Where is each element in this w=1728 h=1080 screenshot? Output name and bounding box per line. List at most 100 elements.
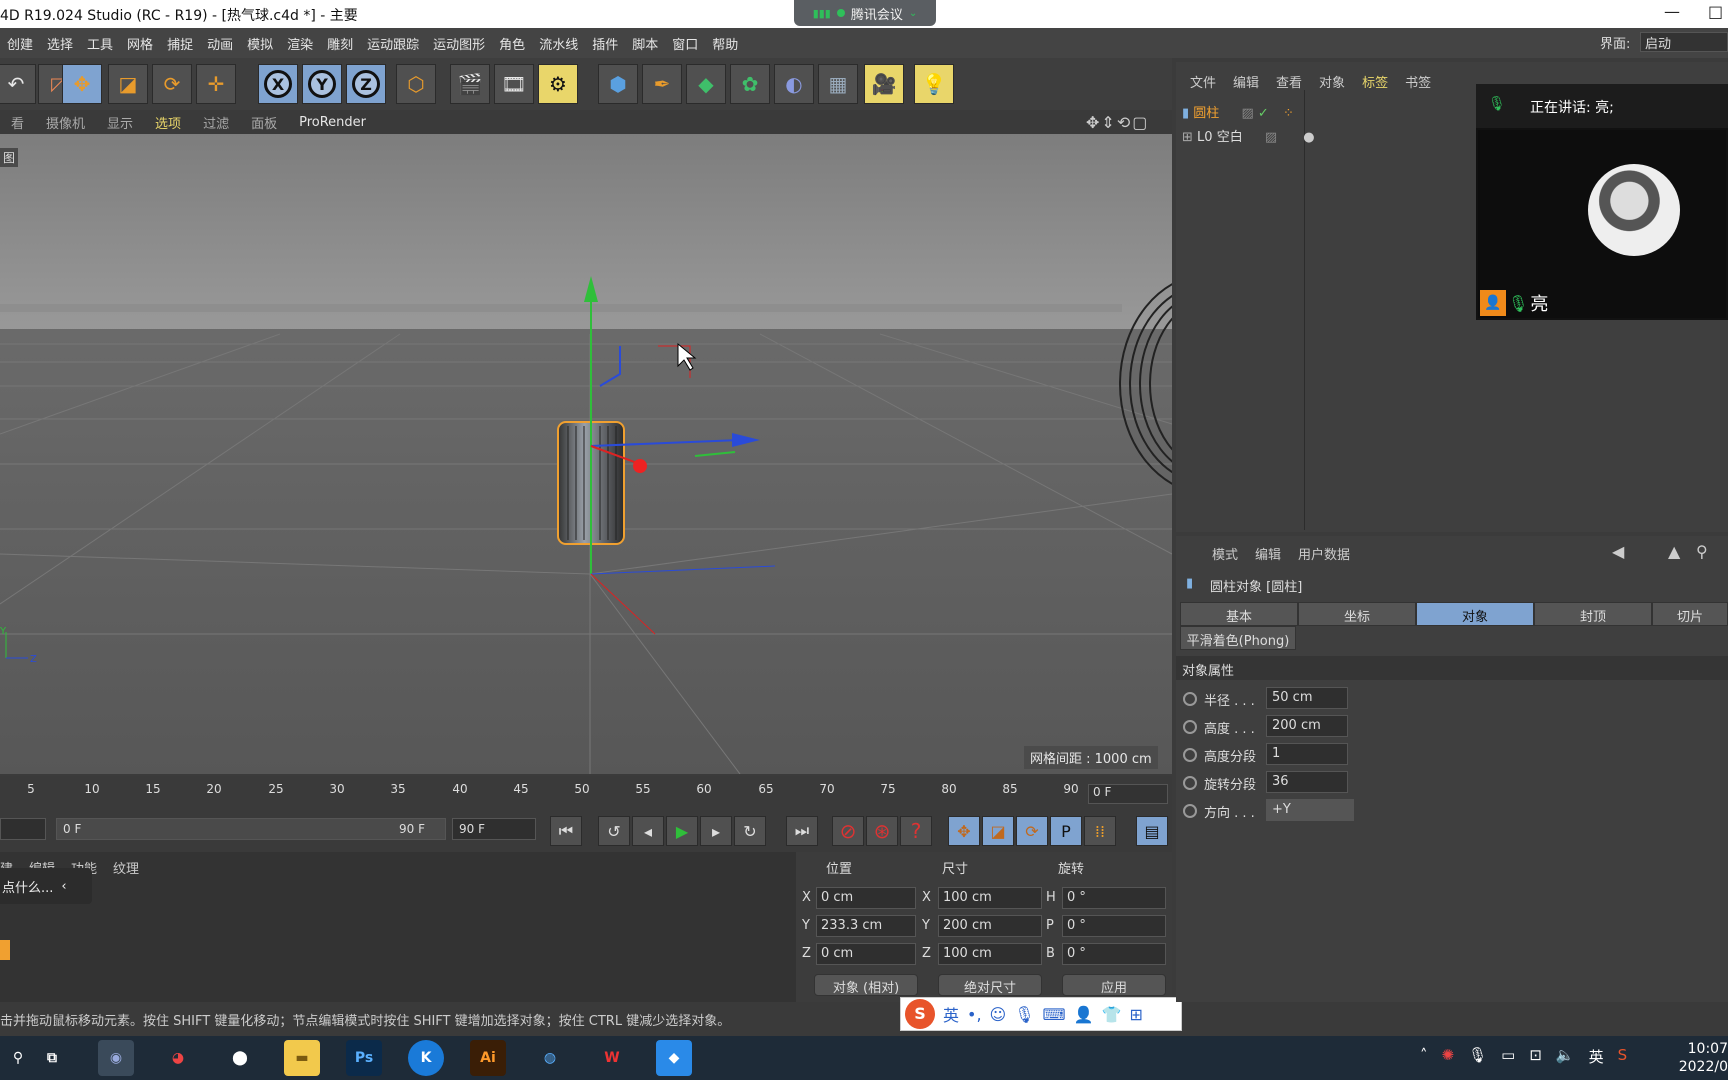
cube-icon[interactable]: ⬢ bbox=[598, 64, 638, 104]
om-menu-file[interactable]: 文件 bbox=[1190, 72, 1216, 91]
rotation-segments-field[interactable]: 36 bbox=[1266, 771, 1348, 793]
vp-menu-prorender[interactable]: ProRender bbox=[288, 115, 377, 130]
network-icon[interactable]: ⊡ bbox=[1529, 1046, 1542, 1067]
system-clock[interactable]: 10:07 2022/0 bbox=[1676, 1040, 1728, 1076]
menu-create[interactable]: 创建 bbox=[0, 34, 40, 53]
radio-rotation-segments[interactable] bbox=[1183, 776, 1197, 790]
size-x-field[interactable]: 100 cm bbox=[938, 887, 1042, 909]
viewport-nav-icons[interactable]: ✥⇕⟲▢ bbox=[1086, 113, 1149, 132]
recent-tool-icon[interactable]: ✛ bbox=[196, 64, 236, 104]
undo-icon[interactable]: ↶ bbox=[0, 64, 36, 104]
object-row-cylinder[interactable]: ▮ 圆柱 ▨ ✓ ⁘ bbox=[1182, 102, 1294, 121]
user-icon[interactable]: 👤 bbox=[1074, 1005, 1094, 1024]
menu-character[interactable]: 角色 bbox=[492, 34, 532, 53]
coordinate-system-icon[interactable]: ⬡ bbox=[396, 64, 436, 104]
vp-menu-filter[interactable]: 过滤 bbox=[192, 113, 240, 132]
microphone-icon[interactable]: 🎙 bbox=[1468, 1046, 1487, 1067]
start-frame-field[interactable] bbox=[0, 818, 46, 840]
tab-object[interactable]: 对象 bbox=[1416, 602, 1534, 626]
size-y-field[interactable]: 200 cm bbox=[938, 915, 1042, 937]
render-picture-viewer-icon[interactable]: 🎞 bbox=[494, 64, 534, 104]
enabled-check-icon[interactable]: ✓ bbox=[1258, 106, 1269, 121]
rotate-tool-icon[interactable]: ⟳ bbox=[152, 64, 192, 104]
emoji-icon[interactable]: ☺ bbox=[990, 1005, 1007, 1024]
minimize-button[interactable]: — bbox=[1664, 2, 1680, 21]
menu-pipeline[interactable]: 流水线 bbox=[532, 34, 585, 53]
key-parameter-icon[interactable]: P bbox=[1050, 816, 1082, 846]
subdivision-icon[interactable]: ◆ bbox=[686, 64, 726, 104]
menu-window[interactable]: 窗口 bbox=[665, 34, 705, 53]
meeting-indicator[interactable]: ▮▮▮ 腾讯会议 ⌄ bbox=[794, 0, 936, 26]
floor-icon[interactable]: ▦ bbox=[818, 64, 858, 104]
keyframe-help-icon[interactable]: ? bbox=[900, 816, 932, 846]
am-menu-mode[interactable]: 模式 bbox=[1212, 544, 1238, 563]
om-menu-view[interactable]: 查看 bbox=[1276, 72, 1302, 91]
rot-b-field[interactable]: 0 ° bbox=[1062, 943, 1166, 965]
k-app-icon[interactable]: K bbox=[408, 1040, 444, 1076]
ime-punct[interactable]: •, bbox=[967, 1005, 982, 1024]
key-position-icon[interactable]: ✥ bbox=[948, 816, 980, 846]
pos-z-field[interactable]: 0 cm bbox=[816, 943, 916, 965]
menu-mograph[interactable]: 运动图形 bbox=[426, 34, 492, 53]
phong-tag-icon[interactable]: ⁘ bbox=[1283, 106, 1294, 121]
record-key-icon[interactable]: ⊘ bbox=[832, 816, 864, 846]
tab-basic[interactable]: 基本 bbox=[1180, 602, 1298, 626]
camera-icon[interactable]: 🎥 bbox=[864, 64, 904, 104]
vp-menu-options[interactable]: 选项 bbox=[144, 113, 192, 132]
menu-render[interactable]: 渲染 bbox=[280, 34, 320, 53]
scale-tool-icon[interactable]: ◪ bbox=[108, 64, 148, 104]
om-menu-tags[interactable]: 标签 bbox=[1362, 72, 1388, 91]
coordinate-mode-select[interactable]: 对象 (相对) bbox=[814, 974, 918, 996]
am-menu-edit[interactable]: 编辑 bbox=[1255, 544, 1281, 563]
pos-x-field[interactable]: 0 cm bbox=[816, 887, 916, 909]
security-icon[interactable]: ✺ bbox=[1442, 1046, 1455, 1067]
tab-slice[interactable]: 切片 bbox=[1652, 602, 1728, 626]
height-field[interactable]: 200 cm bbox=[1266, 715, 1348, 737]
key-scale-icon[interactable]: ◪ bbox=[982, 816, 1014, 846]
menu-sculpt[interactable]: 雕刻 bbox=[320, 34, 360, 53]
size-mode-select[interactable]: 绝对尺寸 bbox=[938, 974, 1042, 996]
timeline-icon[interactable]: ▤ bbox=[1136, 816, 1168, 846]
light-icon[interactable]: 💡 bbox=[914, 64, 954, 104]
mat-menu-texture[interactable]: 纹理 bbox=[113, 858, 139, 877]
next-frame-icon[interactable]: ▸ bbox=[700, 816, 732, 846]
menu-snap[interactable]: 捕捉 bbox=[160, 34, 200, 53]
deformer-icon[interactable]: ◐ bbox=[774, 64, 814, 104]
radio-orientation[interactable] bbox=[1183, 804, 1197, 818]
goto-start-icon[interactable]: ⏮ bbox=[550, 816, 582, 846]
layout-select[interactable]: 启动 bbox=[1640, 32, 1728, 52]
rot-p-field[interactable]: 0 ° bbox=[1062, 915, 1166, 937]
am-menu-userdata[interactable]: 用户数据 bbox=[1298, 544, 1350, 563]
assistant-popup[interactable]: 点什么... ‹ bbox=[0, 868, 92, 904]
menu-simulate[interactable]: 模拟 bbox=[240, 34, 280, 53]
axis-x-lock[interactable]: X bbox=[258, 64, 298, 104]
illustrator-icon[interactable]: Ai bbox=[470, 1040, 506, 1076]
radius-field[interactable]: 50 cm bbox=[1266, 687, 1348, 709]
skin-icon[interactable]: 👕 bbox=[1102, 1005, 1122, 1024]
rot-h-field[interactable]: 0 ° bbox=[1062, 887, 1166, 909]
expand-icon[interactable]: ⊞ bbox=[1182, 130, 1193, 145]
menu-help[interactable]: 帮助 bbox=[705, 34, 745, 53]
task-view-icon[interactable]: ⧉ bbox=[34, 1040, 70, 1076]
menu-motion-tracking[interactable]: 运动跟踪 bbox=[360, 34, 426, 53]
chevron-left-icon[interactable]: ‹ bbox=[61, 879, 66, 894]
material-tag-icon[interactable]: ● bbox=[1303, 130, 1314, 145]
om-menu-edit[interactable]: 编辑 bbox=[1233, 72, 1259, 91]
search-icon[interactable]: ⚲ bbox=[1696, 542, 1708, 561]
search-icon[interactable]: ⚲ bbox=[0, 1040, 36, 1076]
tab-phong[interactable]: 平滑着色(Phong) bbox=[1180, 626, 1296, 650]
move-tool-icon[interactable]: ✥ bbox=[62, 64, 102, 104]
prev-frame-icon[interactable]: ◂ bbox=[632, 816, 664, 846]
visibility-toggle-icon[interactable]: ▨ bbox=[1265, 130, 1277, 145]
next-key-icon[interactable]: ↻ bbox=[734, 816, 766, 846]
keyboard-icon[interactable]: ⌨ bbox=[1043, 1005, 1066, 1024]
menu-tools[interactable]: 工具 bbox=[80, 34, 120, 53]
key-pla-icon[interactable]: ⁞⁞ bbox=[1084, 816, 1116, 846]
ime-toolbar[interactable]: S 英 •, ☺ 🎙 ⌨ 👤 👕 ⊞ bbox=[900, 997, 1182, 1031]
vp-menu-view[interactable]: 看 bbox=[0, 113, 35, 132]
pen-tool-icon[interactable]: ✒ bbox=[642, 64, 682, 104]
radio-height-segments[interactable] bbox=[1183, 748, 1197, 762]
om-menu-object[interactable]: 对象 bbox=[1319, 72, 1345, 91]
visibility-toggle-icon[interactable]: ▨ bbox=[1241, 106, 1253, 121]
size-z-field[interactable]: 100 cm bbox=[938, 943, 1042, 965]
